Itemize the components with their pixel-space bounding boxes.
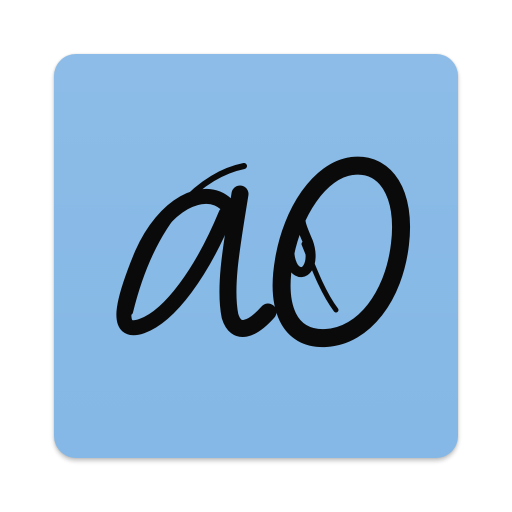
page-canvas bbox=[0, 0, 512, 512]
monogram-a-stem bbox=[219, 185, 277, 337]
monogram-o-tail bbox=[301, 241, 339, 313]
monogram-o-oval bbox=[272, 156, 410, 348]
app-icon[interactable] bbox=[54, 54, 458, 458]
monogram-o-inner-loop bbox=[284, 207, 316, 277]
monogram-logo bbox=[116, 156, 410, 348]
